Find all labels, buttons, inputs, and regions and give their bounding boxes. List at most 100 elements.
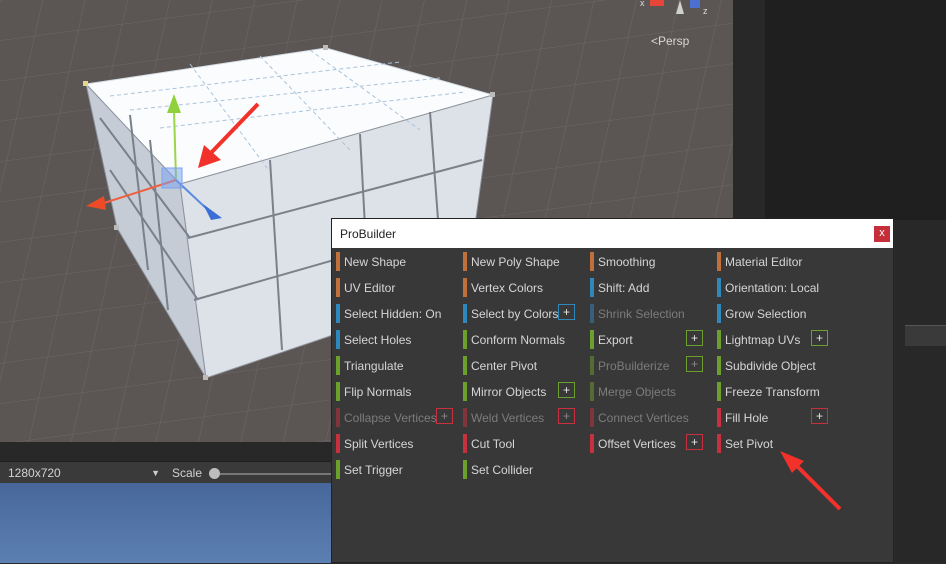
tool-select-holes[interactable]: Select Holes — [336, 329, 460, 351]
options-plus-button[interactable]: + — [558, 304, 575, 320]
resolution-value: 1280x720 — [8, 466, 61, 480]
category-color-bar — [590, 330, 594, 349]
tool-label: Select Holes — [344, 333, 412, 347]
options-plus-button[interactable]: + — [686, 356, 703, 372]
tool-label: Split Vertices — [344, 437, 414, 451]
category-color-bar — [717, 252, 721, 271]
tool-label: Mirror Objects — [471, 385, 547, 399]
tool-label: Weld Vertices — [471, 411, 545, 425]
tool-cut-tool[interactable]: Cut Tool — [463, 433, 587, 455]
category-color-bar — [590, 356, 594, 375]
options-plus-button[interactable]: + — [811, 330, 828, 346]
tool-label: Set Pivot — [725, 437, 774, 451]
tool-split-vertices[interactable]: Split Vertices — [336, 433, 460, 455]
tool-weld-vertices[interactable]: Weld Vertices + — [463, 407, 587, 429]
tool-lightmap-uvs[interactable]: Lightmap UVs + — [717, 329, 841, 351]
tool-shift-add[interactable]: Shift: Add — [590, 277, 714, 299]
tool-flip-normals[interactable]: Flip Normals — [336, 381, 460, 403]
tool-orientation-local[interactable]: Orientation: Local — [717, 277, 841, 299]
category-color-bar — [336, 434, 340, 453]
tool-label: Offset Vertices — [598, 437, 676, 451]
tool-shrink-selection[interactable]: Shrink Selection — [590, 303, 714, 325]
close-button[interactable]: x — [874, 226, 890, 242]
gizmo-z-label: z — [703, 6, 708, 16]
tool-label: Lightmap UVs — [725, 333, 801, 347]
tool-triangulate[interactable]: Triangulate — [336, 355, 460, 377]
category-color-bar — [336, 382, 340, 401]
tool-center-pivot[interactable]: Center Pivot — [463, 355, 587, 377]
options-plus-button[interactable]: + — [558, 408, 575, 424]
scale-slider-track[interactable] — [214, 473, 331, 475]
tool-label: Export — [598, 333, 633, 347]
options-plus-button[interactable]: + — [558, 382, 575, 398]
tool-subdivide-object[interactable]: Subdivide Object — [717, 355, 841, 377]
tool-set-trigger[interactable]: Set Trigger — [336, 459, 460, 481]
tool-offset-vertices[interactable]: Offset Vertices + — [590, 433, 714, 455]
tool-smoothing[interactable]: Smoothing — [590, 251, 714, 273]
category-color-bar — [717, 356, 721, 375]
options-plus-button[interactable]: + — [811, 408, 828, 424]
tool-label: New Shape — [344, 255, 407, 269]
tool-select-hidden-on[interactable]: Select Hidden: On — [336, 303, 460, 325]
tool-uv-editor[interactable]: UV Editor — [336, 277, 460, 299]
persp-toggle[interactable]: <Persp — [651, 34, 689, 48]
tool-vertex-colors[interactable]: Vertex Colors — [463, 277, 587, 299]
category-color-bar — [590, 252, 594, 271]
tool-freeze-transform[interactable]: Freeze Transform — [717, 381, 841, 403]
tool-new-shape[interactable]: New Shape — [336, 251, 460, 273]
tool-probuilderize[interactable]: ProBuilderize + — [590, 355, 714, 377]
tool-set-collider[interactable]: Set Collider — [463, 459, 587, 481]
category-color-bar — [336, 252, 340, 271]
tool-label: UV Editor — [344, 281, 396, 295]
scale-slider-handle[interactable] — [209, 468, 220, 479]
tool-label: Set Collider — [471, 463, 534, 477]
tool-collapse-vertices[interactable]: Collapse Vertices + — [336, 407, 460, 429]
category-color-bar — [717, 278, 721, 297]
tool-label: Shrink Selection — [598, 307, 685, 321]
category-color-bar — [336, 304, 340, 323]
tool-set-pivot[interactable]: Set Pivot — [717, 433, 841, 455]
probuilder-title-bar[interactable]: ProBuilder x — [332, 219, 893, 248]
tool-label: Cut Tool — [471, 437, 515, 451]
tool-label: Material Editor — [725, 255, 803, 269]
category-color-bar — [590, 278, 594, 297]
category-color-bar — [463, 434, 467, 453]
category-color-bar — [336, 460, 340, 479]
tool-conform-normals[interactable]: Conform Normals — [463, 329, 587, 351]
scale-label: Scale — [172, 466, 203, 480]
category-color-bar — [590, 304, 594, 323]
resolution-dropdown[interactable]: 1280x720 ▼ — [4, 465, 162, 481]
tool-grow-selection[interactable]: Grow Selection — [717, 303, 841, 325]
annotation-arrow-set-pivot — [780, 451, 842, 511]
tool-connect-vertices[interactable]: Connect Vertices — [590, 407, 714, 429]
tool-label: Subdivide Object — [725, 359, 816, 373]
tool-export[interactable]: Export + — [590, 329, 714, 351]
tool-new-poly-shape[interactable]: New Poly Shape — [463, 251, 587, 273]
tool-fill-hole[interactable]: Fill Hole + — [717, 407, 841, 429]
tool-label: Vertex Colors — [471, 281, 544, 295]
gizmo-x-label: x — [640, 0, 645, 8]
category-color-bar — [590, 434, 594, 453]
tool-mirror-objects[interactable]: Mirror Objects + — [463, 381, 587, 403]
tool-label: Select Hidden: On — [344, 307, 442, 321]
category-color-bar — [463, 252, 467, 271]
tool-label: New Poly Shape — [471, 255, 560, 269]
close-icon: x — [879, 227, 885, 239]
tool-select-by-colors[interactable]: Select by Colors + — [463, 303, 587, 325]
options-plus-button[interactable]: + — [686, 434, 703, 450]
options-plus-button[interactable]: + — [436, 408, 453, 424]
tool-label: Center Pivot — [471, 359, 538, 373]
category-color-bar — [336, 330, 340, 349]
category-color-bar — [463, 330, 467, 349]
category-color-bar — [717, 304, 721, 323]
tool-merge-objects[interactable]: Merge Objects — [590, 381, 714, 403]
options-plus-button[interactable]: + — [686, 330, 703, 346]
tool-label: Select by Colors — [471, 307, 559, 321]
category-color-bar — [717, 330, 721, 349]
tool-label: Set Trigger — [344, 463, 403, 477]
tool-label: Triangulate — [344, 359, 404, 373]
tool-material-editor[interactable]: Material Editor — [717, 251, 841, 273]
tool-label: ProBuilderize — [598, 359, 670, 373]
dock-tab[interactable] — [905, 325, 946, 346]
category-color-bar — [463, 382, 467, 401]
